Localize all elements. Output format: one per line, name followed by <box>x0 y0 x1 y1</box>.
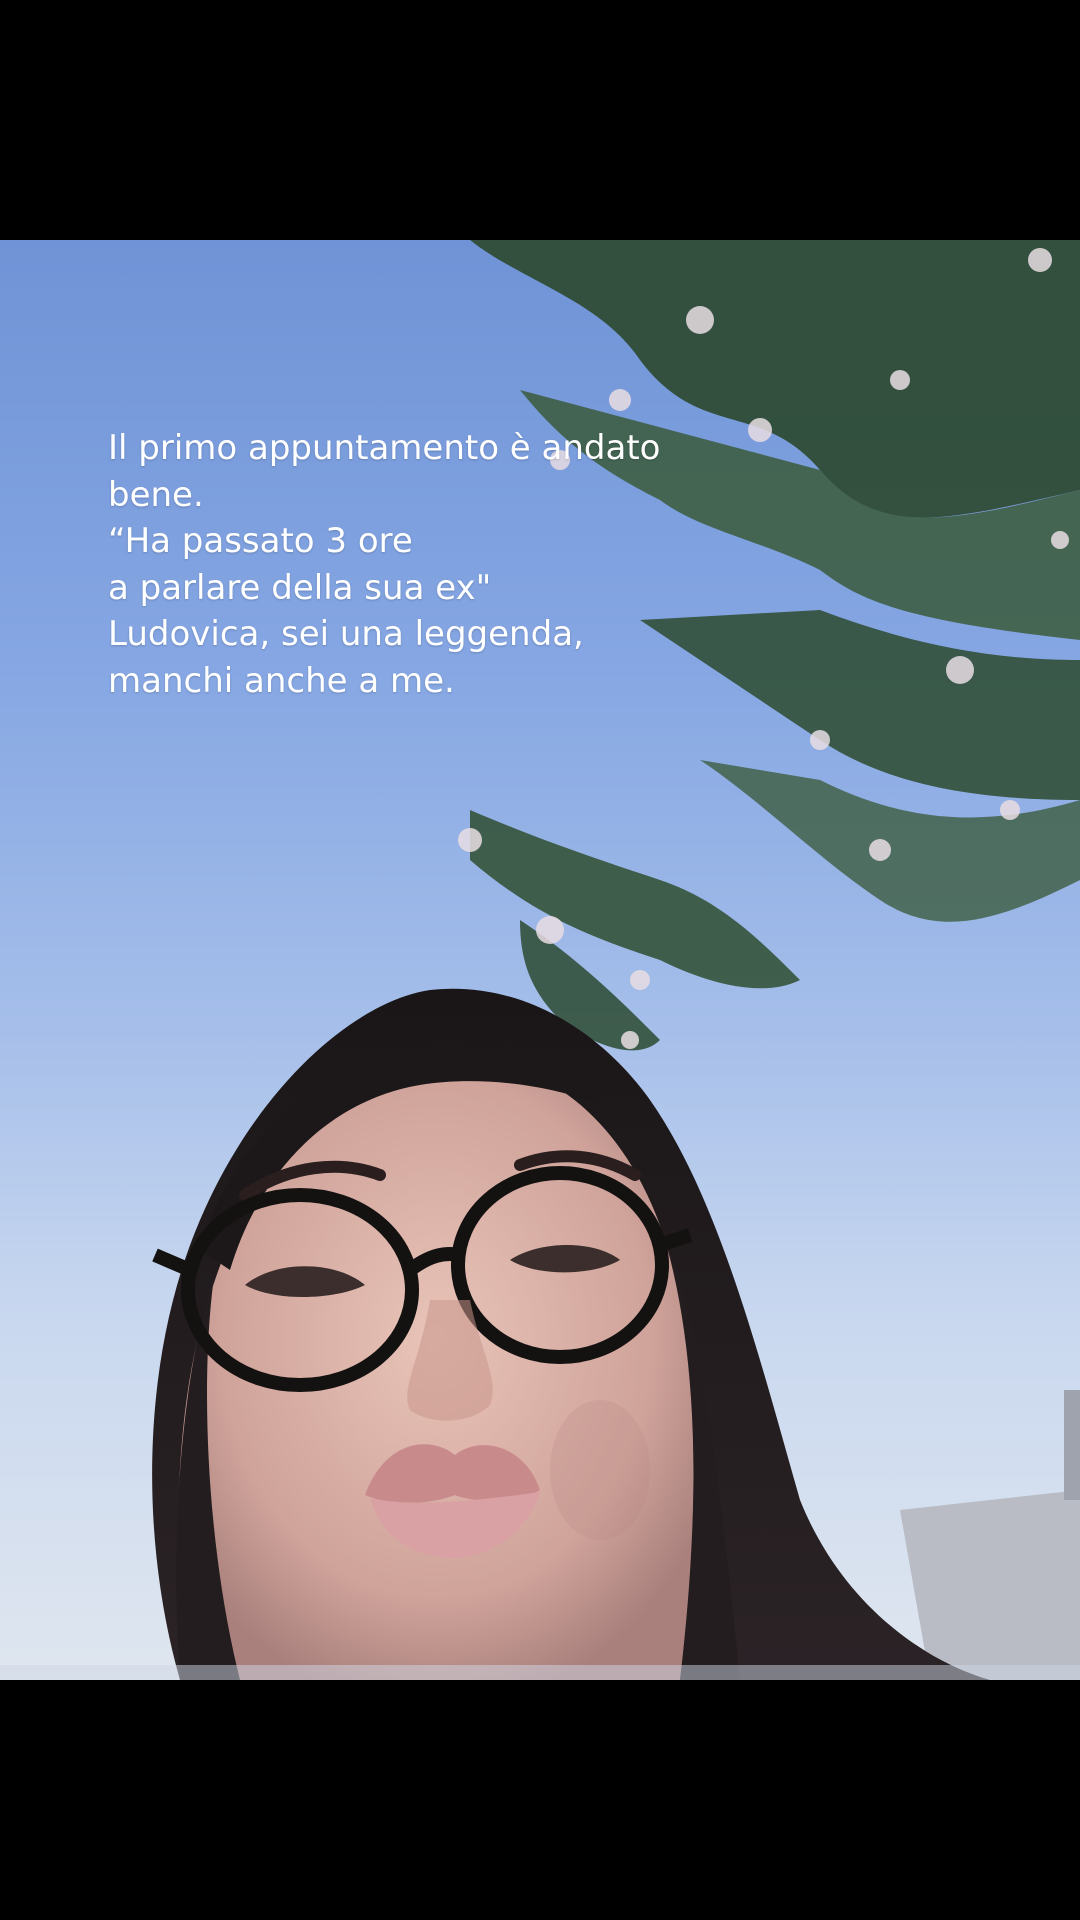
caption-line: Il primo appuntamento è andato <box>108 428 661 468</box>
caption-line: Ludovica, sei una leggenda, <box>108 614 584 654</box>
video-caption: Il primo appuntamento è andato bene. “Ha… <box>108 425 728 704</box>
bottom-fade <box>0 1665 1080 1680</box>
bottom-letterbox <box>0 1680 1080 1920</box>
caption-line: a parlare della sua ex" <box>108 567 492 608</box>
cheek-shadow <box>550 1400 650 1540</box>
video-frame[interactable]: Il primo appuntamento è andato bene. “Ha… <box>0 240 1080 1680</box>
building-corner <box>900 1390 1080 1680</box>
caption-line: manchi anche a me. <box>108 660 455 701</box>
caption-line: bene. <box>108 474 204 515</box>
top-letterbox <box>0 0 1080 240</box>
caption-line: “Ha passato 3 ore <box>108 521 413 561</box>
